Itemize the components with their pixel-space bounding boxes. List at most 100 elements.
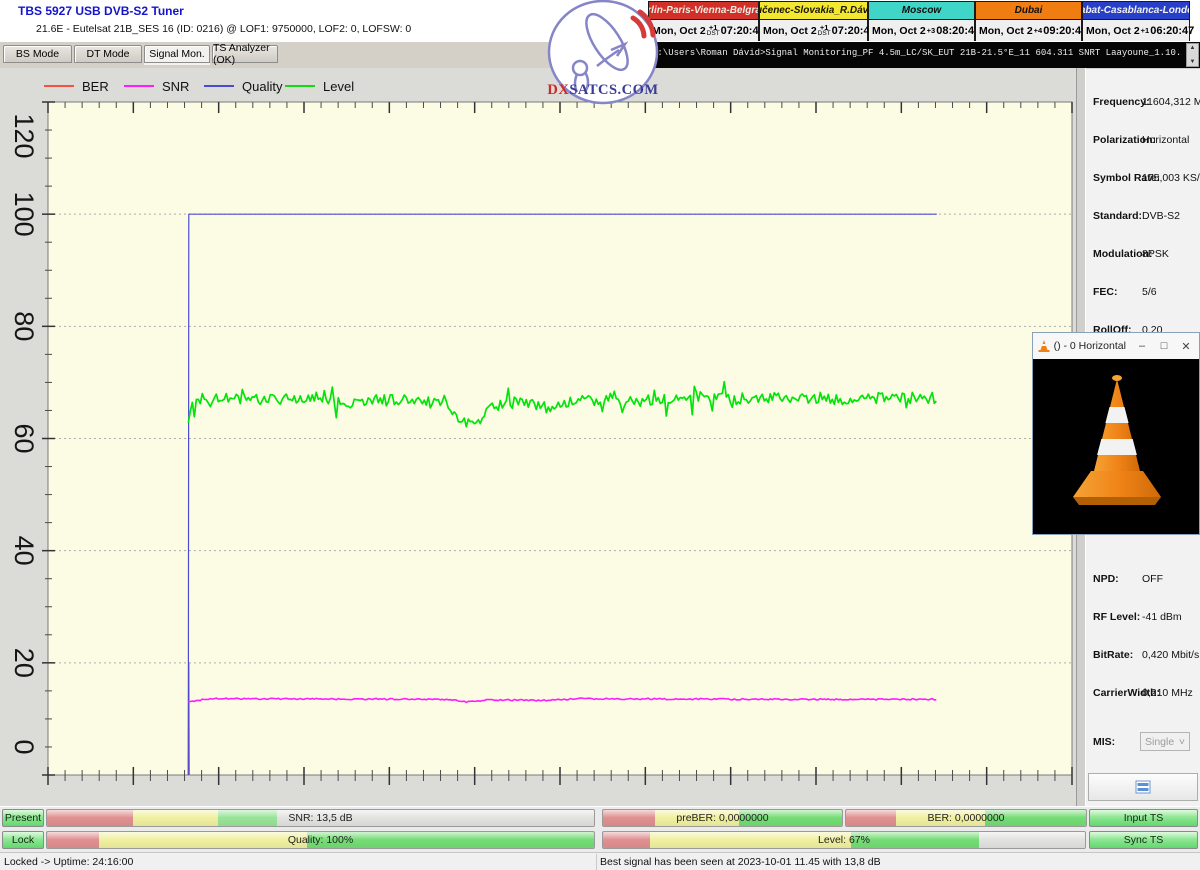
clock-time: 08:20:47 [936,25,980,37]
clock-city: Lučenec-Slovakia_R.Dávid [760,2,867,20]
legend-snr: SNR [124,78,189,94]
clock-date: Mon, Oct 2 [763,25,817,37]
clock-moscow: Moscow Mon, Oct 2+308:20:47 [868,1,975,41]
mis-select[interactable]: Single ˅ [1140,732,1190,751]
clock-city: Moscow [869,2,974,20]
preber-bar: preBER: 0,0000000 [602,809,843,827]
preber-value: preBER: 0,0000000 [603,812,842,824]
statusbar-divider [596,854,597,870]
level-bar: Level: 67% [602,831,1086,849]
command-prompt-window[interactable]: C:\Users\Roman Dávid>Signal Monitoring_P… [648,42,1200,68]
list-icon [1135,780,1151,794]
screen: { "window": { "title": "TBS 5927 USB DVB… [0,0,1200,870]
tab-dt-mode[interactable]: DT Mode [74,45,142,63]
vlc-window-title: () - 0 Horizontal 0... [1054,340,1130,352]
param-value: 0,420 Mbit/s [1142,649,1199,661]
vlc-titlebar[interactable]: () - 0 Horizontal 0... – □ ✕ [1033,333,1199,359]
command-prompt-text: C:\Users\Roman Dávid>Signal Monitoring_P… [652,48,1182,58]
best-signal-status: Best signal has been seen at 2023-10-01 … [600,856,881,868]
ber-bar: BER: 0,0000000 [845,809,1087,827]
tab-signal-mon[interactable]: Signal Mon. [144,45,210,63]
param-value: 11604,312 MHz [1142,96,1200,108]
clock-city: Berlin-Paris-Vienna-Belgrade [649,2,758,20]
param-label: BitRate: [1093,649,1133,661]
svg-text:20: 20 [9,648,39,678]
param-label: RF Level: [1093,611,1140,623]
param-value: 175,003 KS/s [1142,172,1200,184]
param-value: -41 dBm [1142,611,1182,623]
clock-berlin: Berlin-Paris-Vienna-Belgrade Mon, Oct 2+… [648,1,759,41]
vlc-window: () - 0 Horizontal 0... – □ ✕ [1032,332,1200,535]
param-label: Standard: [1093,210,1142,222]
snr-line-swatch [124,85,154,87]
ber-line-swatch [44,85,74,87]
svg-text:100: 100 [9,192,39,237]
clock-utc-offset: +3 [927,27,936,35]
sync-ts-button[interactable]: Sync TS [1089,831,1198,849]
clock-dst-flag: DST [818,31,831,38]
scroll-up-icon[interactable]: ▲ [1190,45,1196,51]
svg-text:80: 80 [9,311,39,341]
clock-time: 09:20:47 [1043,25,1087,37]
level-value: Level: 67% [603,834,1085,846]
clock-date: Mon, Oct 2 [1086,25,1140,37]
scroll-down-icon[interactable]: ▼ [1190,59,1196,65]
mis-label: MIS: [1093,736,1115,748]
param-label: FEC: [1093,286,1118,298]
clock-dubai: Dubai Mon, Oct 2+409:20:47 [975,1,1082,41]
input-ts-button[interactable]: Input TS [1089,809,1198,827]
quality-bar: Quality: 100% [46,831,595,849]
clock-utc-offset: +1 [1141,27,1150,35]
status-bars-region: Present SNR: 13,5 dB preBER: 0,0000000 B… [0,806,1200,852]
svg-text:0: 0 [9,739,39,754]
legend-quality: Quality [204,78,282,94]
clock-utc-offset: +4 [1034,27,1043,35]
svg-text:120: 120 [9,113,39,158]
quality-value: Quality: 100% [47,834,594,846]
vlc-video-area [1033,359,1199,534]
clock-city: Dubai [976,2,1081,20]
statusbar: Locked -> Uptime: 24:16:00 Best signal h… [0,852,1200,870]
snr-bar: SNR: 13,5 dB [46,809,595,827]
console-scrollbar[interactable]: ▲ ▼ [1186,43,1199,67]
clock-date: Mon, Oct 2 [872,25,926,37]
ber-value: BER: 0,0000000 [846,812,1086,824]
present-button[interactable]: Present [2,809,44,827]
svg-text:40: 40 [9,536,39,566]
minimize-button[interactable]: – [1133,340,1151,352]
param-value: 5/6 [1142,286,1157,298]
vlc-cone-icon [1037,339,1050,353]
param-value: DVB-S2 [1142,210,1180,222]
level-line-swatch [285,85,315,87]
param-value: 0,210 MHz [1142,687,1193,699]
clock-rabat: Rabat-Casablanca-London Mon, Oct 2+106:2… [1082,1,1190,41]
signal-chart-panel: BER SNR Quality Level 0 20 40 60 80 100 120 [0,68,1076,806]
param-label: NPD: [1093,573,1119,585]
param-value: Horizontal [1142,134,1189,146]
tab-ts-analyzer[interactable]: TS Analyzer (OK) [212,45,278,63]
clock-time: 06:20:47 [1150,25,1194,37]
chevron-down-icon: ˅ [1179,736,1185,748]
param-value: 8PSK [1142,248,1169,260]
param-value: OFF [1142,573,1163,585]
clock-date: Mon, Oct 2 [652,25,706,37]
clock-dst-flag: DST [707,31,720,38]
logo-text: DXSATCS.COM [547,82,659,99]
maximize-button[interactable]: □ [1155,340,1173,352]
svg-text:60: 60 [9,423,39,453]
lock-button[interactable]: Lock [2,831,44,849]
signal-history-chart: 0 20 40 60 80 100 120 [0,68,1076,806]
quality-line-swatch [204,85,234,87]
legend-level: Level [285,78,354,94]
close-button[interactable]: ✕ [1177,340,1195,353]
panel-bottom-button[interactable] [1088,773,1198,801]
clock-lucenec: Lučenec-Slovakia_R.Dávid Mon, Oct 2+1DST… [759,1,868,41]
dxsatcs-logo: DXSATCS.COM [547,0,659,106]
clock-date: Mon, Oct 2 [979,25,1033,37]
legend-ber: BER [44,78,109,94]
tab-bs-mode[interactable]: BS Mode [3,45,72,63]
clock-city: Rabat-Casablanca-London [1083,2,1189,20]
transponder-info: 21.6E - Eutelsat 21B_SES 16 (ID: 0216) @… [36,23,411,35]
app-title: TBS 5927 USB DVB-S2 Tuner [18,4,184,18]
vlc-cone-logo [1033,367,1199,527]
